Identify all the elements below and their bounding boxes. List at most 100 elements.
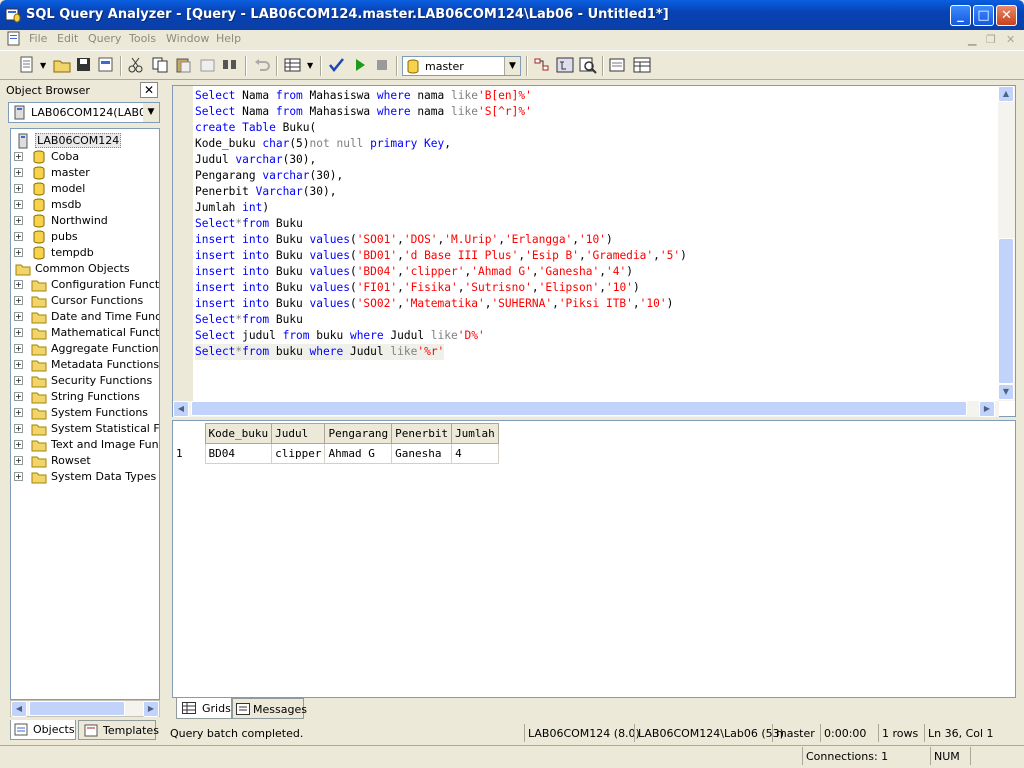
tree-item[interactable]: + msdb [11,197,159,213]
tab-messages[interactable]: Messages [232,698,307,719]
new-query-dropdown-icon[interactable]: ▼ [40,61,46,70]
scroll-left-icon[interactable]: ◀ [11,701,27,717]
scroll-right-icon[interactable]: ▶ [143,701,159,717]
paste-icon[interactable] [174,56,194,74]
expand-icon[interactable]: + [14,360,23,369]
code-line[interactable]: insert into Buku values('BD01','d Base I… [195,248,687,264]
object-tree-horizontal-scrollbar[interactable]: ◀ ▶ [10,700,160,717]
clear-window-icon[interactable] [198,56,218,74]
close-button[interactable]: ✕ [996,5,1017,26]
scroll-left-icon[interactable]: ◀ [173,401,189,417]
mdi-close-icon[interactable]: ✕ [1006,33,1015,46]
tree-item[interactable]: + tempdb [11,245,159,261]
scroll-up-icon[interactable]: ▲ [998,86,1014,102]
tab-objects[interactable]: Objects [10,720,76,740]
tree-item[interactable]: + master [11,165,159,181]
expand-icon[interactable]: + [14,232,23,241]
scroll-thumb[interactable] [191,401,967,416]
tree-item[interactable]: + Metadata Functions [11,357,159,373]
menu-file[interactable]: File [29,32,47,45]
menu-edit[interactable]: Edit [57,32,78,45]
code-line[interactable]: Judul varchar(30), [195,152,316,168]
expand-icon[interactable]: + [14,408,23,417]
code-line[interactable]: Select*from Buku [195,216,303,232]
code-line[interactable]: create Table Buku( [195,120,316,136]
column-header[interactable]: Jumlah [451,423,499,444]
expand-icon[interactable]: + [14,216,23,225]
editor-horizontal-scrollbar[interactable]: ◀ ▶ [173,401,999,417]
editor-vertical-scrollbar[interactable]: ▲ ▼ [998,86,1015,401]
expand-icon[interactable]: + [14,296,23,305]
object-browser-close-button[interactable]: ✕ [140,82,158,98]
code-line[interactable]: Penerbit Varchar(30), [195,184,336,200]
code-line[interactable]: insert into Buku values('SO01','DOS','M.… [195,232,613,248]
expand-icon[interactable]: + [14,280,23,289]
cancel-query-icon[interactable] [372,56,392,74]
new-query-icon[interactable] [18,56,38,74]
tree-item[interactable]: + model [11,181,159,197]
maximize-button[interactable]: □ [973,5,994,26]
code-line[interactable]: insert into Buku values('FI01','Fisika',… [195,280,640,296]
query-window-icon[interactable] [6,31,22,47]
parse-query-icon[interactable] [327,56,347,74]
load-script-icon[interactable] [96,56,116,74]
tab-grids[interactable]: Grids [176,698,232,719]
code-line[interactable]: insert into Buku values('BD04','clipper'… [195,264,633,280]
tree-item[interactable]: + Configuration Functions [11,277,159,293]
copy-icon[interactable] [150,56,170,74]
tree-item[interactable]: + System Data Types [11,469,159,485]
expand-icon[interactable]: + [14,472,23,481]
tree-item[interactable]: + String Functions [11,389,159,405]
table-cell[interactable]: 4 [451,443,499,464]
expand-icon[interactable]: + [14,248,23,257]
expand-icon[interactable]: + [14,376,23,385]
show-results-pane-icon[interactable] [632,56,652,74]
expand-icon[interactable]: + [14,328,23,337]
tree-item[interactable]: + pubs [11,229,159,245]
tree-item[interactable]: + System Functions [11,405,159,421]
tree-item[interactable]: + Rowset [11,453,159,469]
tree-item[interactable]: + Cursor Functions [11,293,159,309]
tree-item[interactable]: LAB06COM124 [11,133,159,149]
column-header[interactable]: Penerbit [391,423,453,444]
expand-icon[interactable]: + [14,344,23,353]
scroll-thumb[interactable] [29,701,125,716]
code-line[interactable]: Select*from Buku [195,312,303,328]
database-select[interactable]: master ▼ [402,56,521,76]
minimize-button[interactable]: _ [950,5,971,26]
save-icon[interactable] [74,56,94,74]
code-line[interactable]: insert into Buku values('SO02','Matemati… [195,296,673,312]
tree-item[interactable]: + Text and Image Functions [11,437,159,453]
chevron-down-icon[interactable]: ▼ [143,103,159,122]
scroll-right-icon[interactable]: ▶ [979,401,995,417]
table-cell[interactable]: clipper [271,443,326,464]
tree-item[interactable]: + Coba [11,149,159,165]
server-select[interactable]: LAB06COM124(LAB06COM124\Lab06) ▼ [8,102,160,123]
results-grid[interactable]: Kode_buku Judul Pengarang Penerbit Jumlah 1 BD… [173,423,499,464]
tree-item[interactable]: + Northwind [11,213,159,229]
table-cell[interactable]: Ahmad G [324,443,393,464]
tree-item[interactable]: Common Objects [11,261,159,277]
tree-item[interactable]: + Aggregate Functions [11,341,159,357]
column-header[interactable]: Judul [271,423,326,444]
code-line[interactable]: Select*from buku where Judul like'%r' [195,344,445,360]
table-row[interactable]: 1 BD04 clipper Ahmad G Ganesha 4 [173,443,499,464]
chevron-down-icon[interactable]: ▼ [504,57,520,75]
menu-tools[interactable]: Tools [129,32,156,45]
object-browser-toggle-icon[interactable] [555,56,575,74]
cut-icon[interactable] [126,56,146,74]
object-search-icon[interactable] [578,56,598,74]
menu-help[interactable]: Help [216,32,241,45]
tab-templates[interactable]: Templates [78,720,159,740]
expand-icon[interactable]: + [14,184,23,193]
open-folder-icon[interactable] [52,56,72,74]
find-icon[interactable] [220,56,240,74]
tree-item[interactable]: + System Statistical Functions [11,421,159,437]
tree-item[interactable]: + Date and Time Functions [11,309,159,325]
display-plan-icon[interactable] [532,56,552,74]
column-header[interactable]: Pengarang [324,423,393,444]
code-line[interactable]: Select Nama from Mahasiswa where nama li… [195,88,532,104]
sql-analyzer-app-icon[interactable] [5,7,21,23]
code-line[interactable]: Pengarang varchar(30), [195,168,343,184]
table-cell[interactable]: Ganesha [391,443,453,464]
